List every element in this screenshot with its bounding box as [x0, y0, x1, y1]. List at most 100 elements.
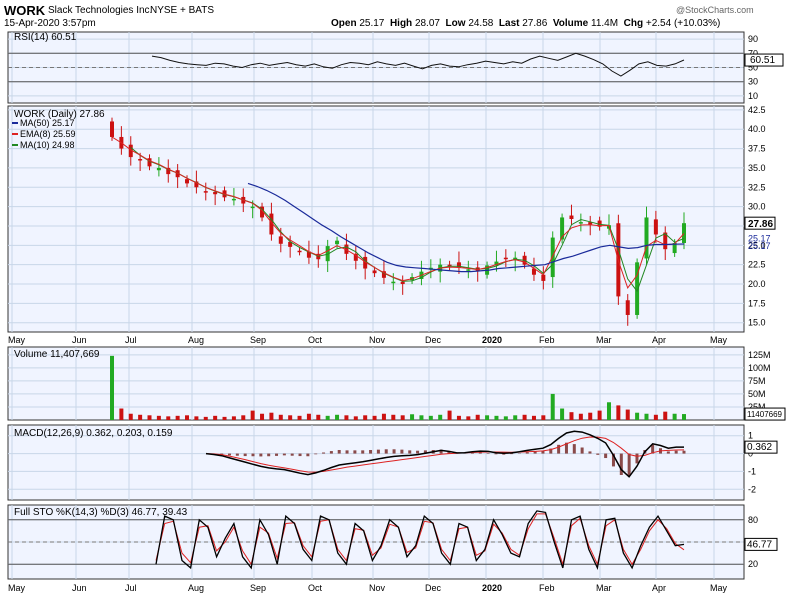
volume-bar [550, 393, 555, 420]
sto-y-tick: 80 [748, 515, 758, 525]
macd-histogram-bar [400, 449, 404, 454]
stock-chart: 9070503010RSI(14) 60.5160.5142.540.037.5… [7, 31, 786, 593]
volume-bar [335, 414, 340, 420]
volume-bar [325, 415, 330, 420]
volume-bar [128, 413, 133, 420]
price-candle-body [391, 281, 396, 284]
price-candle-body [213, 191, 218, 195]
x-tick-bottom: Apr [652, 583, 666, 593]
volume-bar [625, 409, 630, 420]
macd-histogram-bar [251, 453, 255, 457]
volume-bar [588, 412, 593, 420]
macd-histogram-bar [486, 453, 490, 454]
volume-bar [485, 415, 490, 420]
macd-histogram-bar [228, 453, 232, 456]
volume-bar [597, 410, 602, 420]
legend-label: MA(50) 25.17 [20, 118, 75, 128]
volume-bar [306, 413, 311, 420]
sto-title: Full STO %K(14,3) %D(3) 46.77, 39.43 [14, 507, 188, 518]
price-y-tick: 42.5 [748, 105, 766, 115]
x-tick: Mar [596, 335, 612, 345]
price-y-tick: 22.5 [748, 260, 766, 270]
volume-y-tick: 125M [748, 350, 771, 360]
macd-y-tick: 1 [748, 431, 753, 441]
rsi-y-tick: 90 [748, 34, 758, 44]
x-tick: Oct [308, 335, 323, 345]
price-candle-body [110, 121, 114, 137]
volume-bar [466, 416, 471, 420]
x-tick: Aug [188, 335, 204, 345]
volume-bar [185, 415, 190, 420]
volume-bar [606, 402, 611, 420]
volume-bar [372, 415, 377, 420]
volume-bar [447, 410, 452, 420]
volume-bar [644, 413, 649, 420]
volume-y-tick: 50M [748, 389, 766, 399]
x-tick: May [8, 335, 26, 345]
price-y-tick: 35.0 [748, 163, 766, 173]
rsi-title: RSI(14) 60.51 [14, 32, 77, 43]
volume-y-tick: 75M [748, 376, 766, 386]
volume-bar [663, 411, 668, 420]
volume-bar [672, 413, 677, 420]
volume-value-label: 11407669 [747, 410, 783, 419]
price-y-tick: 40.0 [748, 124, 766, 134]
x-tick: Apr [652, 335, 666, 345]
chart-page: { "header": { "ticker": "WORK", "company… [0, 0, 786, 595]
price-candle-body [578, 222, 583, 224]
legend-label: EMA(8) 25.59 [20, 129, 76, 139]
volume-bar [513, 415, 518, 420]
rsi-value-label: 60.51 [750, 55, 775, 66]
x-tick: Sep [250, 335, 266, 345]
price-candle-body [625, 300, 630, 315]
volume-bar [203, 416, 208, 420]
volume-bar [635, 412, 640, 420]
volume-bar [682, 414, 686, 420]
price-candle-body [550, 237, 555, 278]
x-tick: 2020 [482, 335, 502, 345]
sto-value-label: 46.77 [747, 539, 772, 550]
macd-y-tick: -2 [748, 484, 756, 494]
volume-y-tick: 100M [748, 363, 771, 373]
volume-bar [119, 408, 124, 420]
volume-bar [503, 416, 508, 420]
macd-histogram-bar [314, 453, 318, 455]
price-candle-body [138, 159, 143, 161]
x-tick-bottom: May [710, 583, 728, 593]
price-candle-body [231, 198, 236, 201]
macd-histogram-bar [674, 450, 678, 454]
macd-histogram-bar [604, 453, 608, 459]
price-candle-body [541, 274, 546, 281]
volume-bar [569, 412, 574, 420]
volume-bar [363, 415, 368, 420]
x-tick-bottom: May [8, 583, 26, 593]
x-tick-bottom: Jun [72, 583, 87, 593]
volume-bar [438, 414, 443, 420]
price-candle-body [466, 269, 471, 271]
volume-bar [138, 414, 143, 420]
macd-histogram-bar [369, 450, 373, 454]
volume-bar [419, 415, 424, 420]
macd-histogram-bar [275, 453, 279, 456]
macd-histogram-bar [408, 450, 412, 454]
price-candle-body [156, 167, 161, 171]
volume-bar [250, 410, 255, 420]
macd-histogram-bar [345, 450, 349, 454]
price-candle-body [278, 236, 283, 244]
macd-histogram-bar [322, 452, 326, 454]
price-candle-body [503, 257, 508, 260]
macd-histogram-bar [635, 453, 639, 464]
volume-bar [391, 414, 396, 420]
legend-label: MA(10) 24.98 [20, 140, 75, 150]
volume-bar [288, 415, 293, 420]
price-ema-label: 25.17 [748, 241, 771, 251]
volume-title: Volume 11,407,669 [14, 349, 100, 360]
x-tick: Jul [125, 335, 137, 345]
macd-histogram-bar [259, 453, 263, 457]
price-y-tick: 37.5 [748, 144, 766, 154]
x-tick: Dec [425, 335, 442, 345]
volume-bar [428, 415, 433, 420]
volume-bar [222, 416, 227, 420]
price-y-tick: 15.0 [748, 318, 766, 328]
macd-histogram-bar [384, 449, 388, 454]
